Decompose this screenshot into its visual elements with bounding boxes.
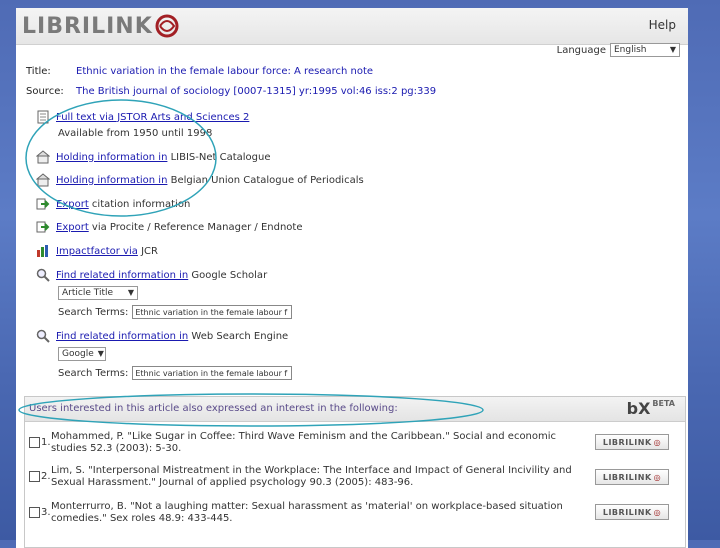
- availability-note: Available from 1950 until 1998: [58, 128, 213, 139]
- language-row: Language English ▼: [557, 43, 680, 57]
- web-related-link[interactable]: Find related information in: [56, 331, 188, 342]
- librilink-button-label: LIBRILINK: [602, 472, 652, 482]
- web-engine-select[interactable]: Google ▼: [58, 347, 106, 361]
- recommendations-title: Users interested in this article also ex…: [29, 403, 398, 414]
- holding-link-belgian[interactable]: Holding information in: [56, 175, 167, 186]
- title-label: Title:: [26, 66, 51, 77]
- scholar-related-text: Google Scholar: [188, 269, 268, 281]
- recommendation-checkbox[interactable]: [29, 507, 40, 518]
- service-google-scholar: Find related information in Google Schol…: [36, 268, 267, 282]
- title-value: Ethnic variation in the female labour fo…: [76, 66, 374, 77]
- library-icon: [35, 173, 51, 187]
- service-holding-belgian: Holding information in Belgian Union Cat…: [35, 173, 364, 187]
- chevron-down-icon: ▼: [669, 45, 676, 54]
- impactfactor-text: JCR: [137, 245, 158, 257]
- scholar-terms-label: Search Terms:: [58, 306, 129, 318]
- recommendation-text: Lim, S. "Interpersonal Mistreatment in t…: [51, 465, 572, 488]
- library-icon: [35, 150, 51, 164]
- export-citation-text: citation information: [88, 198, 191, 210]
- librilink-button[interactable]: LIBRILINK ◎: [595, 469, 669, 485]
- magnifier-icon: [36, 268, 50, 282]
- help-link[interactable]: Help: [649, 18, 676, 32]
- web-terms-label: Search Terms:: [58, 367, 129, 379]
- scholar-type-row: Article Title ▼: [58, 286, 138, 300]
- logo-text: LIBRILINK: [22, 13, 153, 39]
- web-related-text: Web Search Engine: [188, 330, 289, 342]
- full-text-link[interactable]: Full text via JSTOR Arts and Sciences 2: [56, 112, 249, 123]
- export-managers-text: via Procite / Reference Manager / Endnot…: [88, 221, 303, 233]
- recommendation-checkbox[interactable]: [29, 471, 40, 482]
- header-bar: LIBRILINK Help: [16, 8, 688, 45]
- recommendation-item: 2. Lim, S. "Interpersonal Mistreatment i…: [29, 465, 589, 493]
- language-select[interactable]: English ▼: [610, 43, 680, 57]
- export-managers-link[interactable]: Export: [56, 222, 89, 233]
- swirl-icon: ◎: [653, 437, 662, 447]
- service-full-text: Full text via JSTOR Arts and Sciences 2: [36, 110, 249, 124]
- language-label: Language: [556, 44, 606, 56]
- bar-chart-icon: [36, 244, 50, 258]
- bx-brand: bX: [626, 399, 651, 418]
- recommendation-text: Mohammed, P. "Like Sugar in Coffee: Thir…: [51, 431, 557, 454]
- title-row: Title: Ethnic variation in the female lab…: [26, 66, 373, 77]
- chevron-down-icon: ▼: [97, 349, 104, 358]
- bx-logo: bX BETA: [627, 399, 675, 418]
- service-holding-libis: Holding information in LIBIS-Net Catalog…: [35, 150, 271, 164]
- recommendation-item: 3. Monterrurro, B. "Not a laughing matte…: [29, 501, 589, 529]
- service-impactfactor: Impactfactor via JCR: [36, 244, 158, 258]
- web-terms-input[interactable]: Ethnic variation in the female labour f: [132, 366, 293, 380]
- scholar-terms-row: Search Terms: Ethnic variation in the fe…: [58, 305, 293, 319]
- chevron-down-icon: ▼: [127, 288, 134, 297]
- document-icon: [36, 110, 50, 124]
- language-selected: English: [614, 45, 647, 55]
- scholar-terms-input[interactable]: Ethnic variation in the female labour f: [132, 305, 293, 319]
- recommendations-header: Users interested in this article also ex…: [25, 397, 685, 422]
- export-arrow-icon: [36, 220, 50, 234]
- web-terms-row: Search Terms: Ethnic variation in the fe…: [58, 366, 293, 380]
- librilink-button[interactable]: LIBRILINK ◎: [595, 504, 669, 520]
- source-value: The British journal of sociology [0007-1…: [76, 86, 437, 97]
- scholar-type-selected: Article Title: [62, 288, 114, 298]
- recommendations-box: Users interested in this article also ex…: [24, 396, 686, 548]
- scholar-related-link[interactable]: Find related information in: [56, 270, 188, 281]
- service-export-citation: Export citation information: [36, 197, 190, 211]
- librilink-logo: LIBRILINK: [22, 12, 180, 40]
- source-label: Source:: [26, 86, 64, 97]
- swirl-icon: ◎: [653, 507, 662, 517]
- magnifier-icon: [36, 329, 50, 343]
- web-engine-selected: Google: [62, 349, 94, 359]
- recommendation-number: 2.: [41, 471, 51, 482]
- service-export-managers: Export via Procite / Reference Manager /…: [36, 220, 302, 234]
- recommendation-number: 1.: [41, 437, 51, 448]
- recommendation-text: Monterrurro, B. "Not a laughing matter: …: [51, 501, 563, 524]
- service-web-search: Find related information in Web Search E…: [36, 329, 288, 343]
- librilink-button-label: LIBRILINK: [602, 507, 652, 517]
- librilink-button-label: LIBRILINK: [602, 437, 652, 447]
- recommendation-checkbox[interactable]: [29, 437, 40, 448]
- librilink-panel: LIBRILINK Help Language English ▼ Title:…: [16, 8, 688, 548]
- impactfactor-link[interactable]: Impactfactor via: [56, 246, 138, 257]
- librilink-button[interactable]: LIBRILINK ◎: [595, 434, 669, 450]
- holding-link-libis[interactable]: Holding information in: [56, 152, 167, 163]
- bx-beta-tag: BETA: [652, 399, 675, 408]
- logo-swirl-icon: [155, 14, 179, 38]
- export-arrow-icon: [36, 197, 50, 211]
- web-engine-row: Google ▼: [58, 347, 106, 361]
- recommendation-item: 1. Mohammed, P. "Like Sugar in Coffee: T…: [29, 431, 589, 459]
- recommendation-number: 3.: [41, 507, 51, 518]
- holding-belgian-text: Belgian Union Catalogue of Periodicals: [167, 174, 364, 186]
- swirl-icon: ◎: [653, 472, 662, 482]
- source-row: Source: The British journal of sociology …: [26, 86, 436, 97]
- export-citation-link[interactable]: Export: [56, 199, 89, 210]
- holding-libis-text: LIBIS-Net Catalogue: [167, 151, 271, 163]
- scholar-type-select[interactable]: Article Title ▼: [58, 286, 138, 300]
